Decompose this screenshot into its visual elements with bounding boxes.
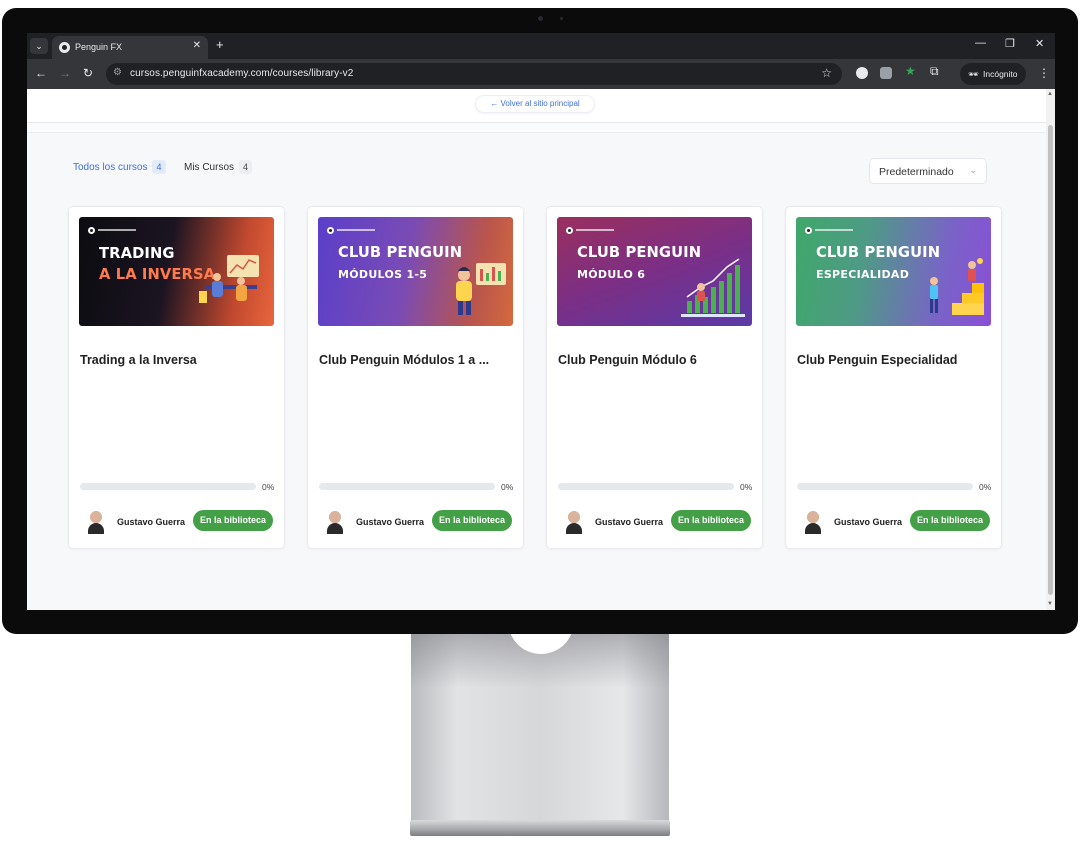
minimize-button[interactable]: — xyxy=(975,37,986,49)
tab-count-badge: 4 xyxy=(239,160,253,174)
page-scrollbar[interactable]: ▲ ▼ xyxy=(1046,89,1055,610)
site-info-icon[interactable]: ⚙ xyxy=(113,67,122,78)
reload-icon[interactable]: ↻ xyxy=(83,66,93,80)
camera-icon xyxy=(538,16,543,21)
brand-wordmark xyxy=(815,229,853,231)
thumbnail-title-line1: TRADING xyxy=(99,244,175,262)
course-card[interactable]: CLUB PENGUIN ESPECIALIDAD Club Penguin E… xyxy=(785,206,1002,549)
course-card[interactable]: CLUB PENGUIN MÓDULOS 1-5 Club Penguin Mó… xyxy=(307,206,524,549)
incognito-icon: 🕶 xyxy=(968,69,979,79)
progress-bar xyxy=(80,483,256,490)
back-arrow-icon[interactable]: ← xyxy=(35,66,47,80)
new-tab-button[interactable]: + xyxy=(216,37,224,52)
author-avatar xyxy=(561,508,587,534)
growth-chart-illustration-icon xyxy=(681,258,745,317)
browser-toolbar: ← → ↻ ⚙ cursos.penguinfxacademy.com/cour… xyxy=(27,59,1055,89)
brand-wordmark xyxy=(98,229,136,231)
extension-icon[interactable] xyxy=(880,67,892,79)
scroll-up-arrow-icon[interactable]: ▲ xyxy=(1047,91,1053,97)
sensor-icon xyxy=(560,17,563,20)
course-title[interactable]: Club Penguin Módulos 1 a ... xyxy=(319,353,489,367)
incognito-badge[interactable]: 🕶 Incógnito xyxy=(960,63,1026,85)
progress-percent: 0% xyxy=(501,482,514,492)
tab-all-courses[interactable]: Todos los cursos 4 xyxy=(73,160,166,174)
author-name: Gustavo Guerra xyxy=(595,517,664,527)
progress-bar xyxy=(558,483,734,490)
sort-dropdown[interactable]: Predeterminado ⌄ xyxy=(869,158,987,184)
thumbnail-subtitle: ESPECIALIDAD xyxy=(816,268,910,281)
penguin-logo-icon xyxy=(805,227,812,234)
star-extension-icon[interactable]: ★ xyxy=(905,64,917,78)
extension-icon[interactable] xyxy=(856,67,868,79)
tab-all-courses-label: Todos los cursos xyxy=(73,162,148,173)
progress-bar xyxy=(319,483,495,490)
bookmark-star-icon[interactable]: ☆ xyxy=(821,66,832,80)
brand-wordmark xyxy=(337,229,375,231)
in-library-button[interactable]: En la biblioteca xyxy=(432,510,512,531)
close-window-button[interactable]: ✕ xyxy=(1035,37,1044,50)
in-library-button[interactable]: En la biblioteca xyxy=(671,510,751,531)
url-text: cursos.penguinfxacademy.com/courses/libr… xyxy=(130,68,354,79)
penguin-logo-icon xyxy=(88,227,95,234)
penguin-favicon-icon xyxy=(59,42,70,53)
tab-my-courses-label: Mis Cursos xyxy=(184,162,235,173)
author-avatar xyxy=(83,508,109,534)
tab-bar: ⌄ Penguin FX ✕ + — ❐ ✕ xyxy=(27,33,1055,59)
thumbnail-subtitle: MÓDULOS 1-5 xyxy=(338,268,428,281)
tab-count-badge: 4 xyxy=(152,160,166,174)
climbing-steps-illustration-icon xyxy=(930,258,984,315)
page-content: ← Volver al sitio principal Todos los cu… xyxy=(27,89,1046,610)
penguin-logo-icon xyxy=(566,227,573,234)
tab-title: Penguin FX xyxy=(75,42,123,52)
student-illustration-icon xyxy=(456,263,506,315)
brand-wordmark xyxy=(576,229,614,231)
incognito-label: Incógnito xyxy=(983,69,1018,79)
tab-search-button[interactable]: ⌄ xyxy=(30,38,48,54)
thumbnail-subtitle: MÓDULO 6 xyxy=(577,268,646,281)
page-subheader xyxy=(27,123,1046,133)
back-to-main-link[interactable]: ← Volver al sitio principal xyxy=(475,95,595,113)
close-tab-icon[interactable]: ✕ xyxy=(193,40,201,51)
browser-window: ⌄ Penguin FX ✕ + — ❐ ✕ ← → ↻ ⚙ cursos.pe… xyxy=(27,33,1055,610)
thumbnail-title: CLUB PENGUIN xyxy=(338,243,463,261)
author-avatar xyxy=(322,508,348,534)
chevron-down-icon: ⌄ xyxy=(969,165,977,175)
trader-illustration-icon xyxy=(199,255,259,303)
monitor-stand xyxy=(411,628,669,824)
sort-value: Predeterminado xyxy=(879,166,954,178)
progress-percent: 0% xyxy=(262,482,275,492)
author-name: Gustavo Guerra xyxy=(834,517,903,527)
author-avatar xyxy=(800,508,826,534)
author-name: Gustavo Guerra xyxy=(356,517,425,527)
course-title[interactable]: Trading a la Inversa xyxy=(80,353,197,367)
tab-my-courses[interactable]: Mis Cursos 4 xyxy=(184,160,253,174)
monitor-foot xyxy=(410,820,670,836)
in-library-button[interactable]: En la biblioteca xyxy=(910,510,990,531)
in-library-button[interactable]: En la biblioteca xyxy=(193,510,273,531)
browser-menu-icon[interactable]: ⋮ xyxy=(1038,66,1050,80)
course-thumbnail[interactable]: CLUB PENGUIN ESPECIALIDAD xyxy=(796,217,991,326)
course-thumbnail[interactable]: CLUB PENGUIN MÓDULOS 1-5 xyxy=(318,217,513,326)
address-bar[interactable]: ⚙ cursos.penguinfxacademy.com/courses/li… xyxy=(106,63,842,85)
course-title[interactable]: Club Penguin Módulo 6 xyxy=(558,353,697,367)
scrollbar-thumb[interactable] xyxy=(1048,125,1053,595)
restore-button[interactable]: ❐ xyxy=(1005,37,1015,50)
progress-percent: 0% xyxy=(740,482,753,492)
author-name: Gustavo Guerra xyxy=(117,517,186,527)
course-thumbnail[interactable]: CLUB PENGUIN MÓDULO 6 xyxy=(557,217,752,326)
browser-tab[interactable]: Penguin FX ✕ xyxy=(52,36,208,59)
course-title[interactable]: Club Penguin Especialidad xyxy=(797,353,957,367)
puzzle-extensions-icon[interactable]: ⧉ xyxy=(930,64,942,78)
penguin-logo-icon xyxy=(327,227,334,234)
progress-percent: 0% xyxy=(979,482,992,492)
scroll-down-arrow-icon[interactable]: ▼ xyxy=(1047,601,1053,607)
course-thumbnail[interactable]: TRADING A LA INVERSA xyxy=(79,217,274,326)
page-topbar: ← Volver al sitio principal xyxy=(27,89,1046,123)
progress-bar xyxy=(797,483,973,490)
forward-arrow-icon[interactable]: → xyxy=(59,66,71,80)
course-card[interactable]: TRADING A LA INVERSA Trading a la Invers… xyxy=(68,206,285,549)
course-card[interactable]: CLUB PENGUIN MÓDULO 6 Club Penguin Módul xyxy=(546,206,763,549)
